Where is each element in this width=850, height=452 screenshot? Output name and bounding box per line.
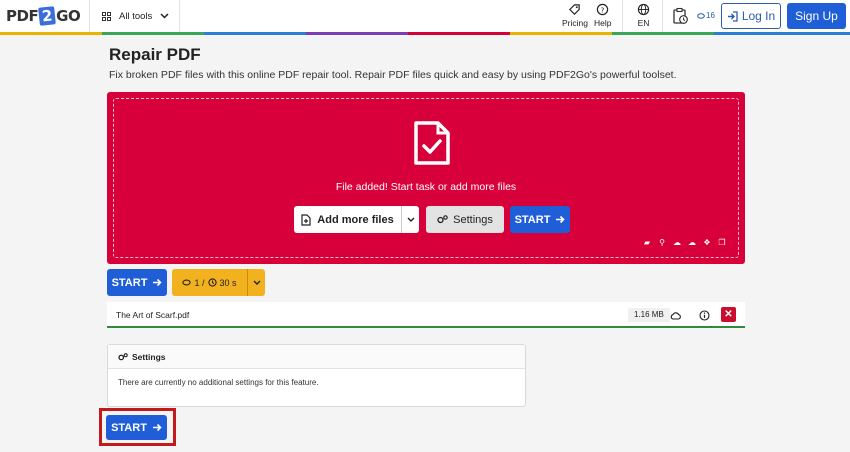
top-header: PDF 2 GO All tools Pricing ? Help EN 16 Lo… [0, 0, 850, 32]
header-divider [622, 0, 623, 32]
all-tools-label: All tools [119, 10, 153, 22]
dropzone-dashed-border: File added! Start task or add more files… [113, 98, 739, 258]
add-more-files-main[interactable]: Add more files [294, 214, 401, 226]
settings-panel-header: Settings [108, 345, 525, 369]
logo-text-right: GO [56, 7, 81, 25]
cloud-upload-icon[interactable]: ☁ [673, 239, 681, 247]
page-title: Repair PDF [109, 45, 201, 64]
file-add-icon [301, 213, 311, 226]
gears-icon [437, 215, 448, 224]
copy-icon[interactable]: ❐ [718, 239, 726, 247]
help-label: Help [594, 18, 612, 28]
coin-icon [697, 12, 705, 19]
login-arrow-icon [727, 10, 738, 22]
header-divider [89, 0, 90, 32]
file-added-status: File added! Start task or add more files [335, 181, 517, 193]
file-size-badge: 1.16 MB [628, 308, 670, 322]
settings-panel-message: There are currently no additional settin… [118, 378, 319, 387]
credits-count: 16 [706, 11, 715, 20]
pricing-link[interactable]: Pricing [562, 3, 588, 28]
add-more-files-label: Add more files [317, 213, 394, 226]
chevron-down-icon [160, 13, 169, 19]
info-circle-icon [698, 309, 710, 321]
logo-text-left: PDF [6, 7, 39, 25]
start-label: START [514, 213, 551, 226]
header-divider [662, 0, 663, 32]
language-label: EN [637, 18, 650, 28]
file-check-icon [414, 121, 450, 165]
time-limit: 30 s [219, 277, 237, 288]
onedrive-icon[interactable]: ☁ [688, 239, 696, 247]
arrow-right-icon [556, 215, 566, 224]
start-label: START [111, 276, 148, 289]
settings-label: Settings [453, 213, 493, 226]
file-save-cloud-button[interactable] [668, 308, 682, 322]
file-info-button[interactable] [697, 308, 711, 322]
close-icon: ✕ [724, 309, 733, 320]
settings-panel-title: Settings [132, 351, 166, 362]
link-icon[interactable]: ⚲ [658, 239, 666, 247]
dropbox-icon[interactable]: ❖ [703, 239, 711, 247]
dropzone-start-button[interactable]: START [510, 206, 570, 233]
tag-icon [569, 4, 581, 15]
globe-icon [637, 3, 650, 16]
file-list-item: The Art of Scarf.pdf 1.16 MB ✕ [107, 302, 745, 328]
credits-counter[interactable]: 16 [697, 11, 715, 20]
all-tools-menu[interactable]: All tools [102, 0, 169, 32]
limits-dropdown-toggle[interactable] [247, 269, 265, 296]
cloud-icon [670, 311, 681, 320]
help-link[interactable]: ? Help [594, 3, 611, 28]
settings-button[interactable]: Settings [426, 206, 504, 233]
start-button[interactable]: START [107, 269, 167, 296]
settings-panel: Settings There are currently no addition… [107, 344, 526, 407]
chevron-down-icon [407, 217, 414, 222]
chevron-down-icon [253, 280, 260, 285]
signup-button[interactable]: Sign Up [787, 3, 846, 29]
history-button[interactable] [672, 7, 689, 27]
clipboard-clock-icon [673, 7, 688, 24]
add-more-dropdown-toggle[interactable] [401, 206, 419, 233]
folder-icon[interactable]: ▰ [643, 239, 651, 247]
arrow-right-icon [152, 423, 162, 432]
pdf2go-logo[interactable]: PDF 2 GO [6, 6, 81, 26]
add-more-files-button[interactable]: Add more files [294, 206, 419, 233]
header-divider [179, 0, 180, 32]
file-count: 1 / [194, 277, 205, 288]
coin-icon [182, 279, 192, 286]
language-selector[interactable]: EN [637, 3, 650, 28]
usage-limits-info: 1 / 30 s [172, 278, 247, 288]
remove-file-button[interactable]: ✕ [721, 307, 736, 322]
gears-icon [118, 352, 128, 360]
upload-source-icons: ▰ ⚲ ☁ ☁ ❖ ❐ [643, 239, 726, 247]
signup-label: Sign Up [795, 9, 838, 23]
question-circle-icon: ? [597, 3, 609, 16]
login-button[interactable]: Log In [721, 3, 781, 29]
login-label: Log In [741, 9, 776, 23]
arrow-right-icon [153, 278, 163, 287]
start-label: START [111, 421, 147, 434]
header-color-strip [0, 32, 850, 35]
logo-text-mid: 2 [38, 6, 57, 26]
file-name: The Art of Scarf.pdf [116, 310, 190, 320]
grid-icon [102, 11, 111, 21]
file-dropzone[interactable]: File added! Start task or add more files… [107, 92, 745, 264]
svg-text:?: ? [601, 5, 605, 14]
bottom-start-button[interactable]: START [106, 415, 167, 440]
usage-limits-badge[interactable]: 1 / 30 s [172, 269, 265, 296]
clock-icon [207, 278, 217, 287]
page-subtitle: Fix broken PDF files with this online PD… [109, 69, 677, 81]
pricing-label: Pricing [562, 18, 588, 28]
